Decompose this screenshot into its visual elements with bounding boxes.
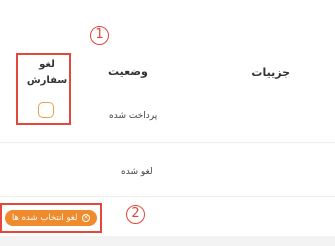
bottom-strip (0, 236, 335, 246)
annotation-marker-2: 2 (126, 205, 145, 224)
column-header-status: وضعیت (108, 65, 148, 78)
table-row-status: پرداخت شده (109, 111, 158, 121)
row-divider (0, 196, 335, 197)
table-row-status: لغو شده (121, 167, 153, 177)
column-header-details: جزییات (251, 66, 290, 79)
annotation-marker-1: 1 (90, 26, 109, 45)
row-divider (0, 142, 335, 143)
cancel-selected-label: لغو انتخاب شده ها (11, 213, 78, 223)
cancel-selected-button[interactable]: لغو انتخاب شده ها × (5, 210, 97, 226)
x-circle-icon: × (82, 213, 91, 222)
row-cancel-checkbox[interactable] (38, 102, 54, 118)
